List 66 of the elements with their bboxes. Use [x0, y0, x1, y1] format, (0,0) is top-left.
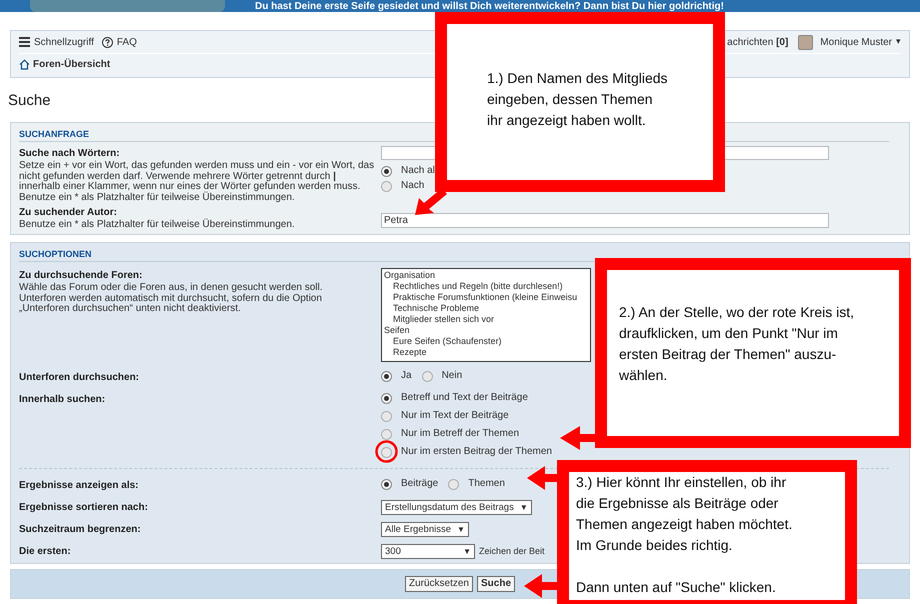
forum-option[interactable]: Seifen [384, 325, 410, 336]
field-label: Unterforen durchsuchen: [19, 371, 140, 385]
radio-label[interactable]: Betreff und Text der Beiträge [401, 392, 528, 404]
radio-button[interactable] [381, 428, 392, 440]
forum-option[interactable]: Praktische Forumsfunktionen (kleine Einweisu [393, 292, 578, 303]
dropdown-select[interactable]: Erstellungsdatum des Beitrags ▼ [381, 500, 532, 515]
forum-option[interactable]: Rezepte [393, 347, 427, 358]
field-label: Suche nach Wörtern: [19, 147, 121, 160]
field-label: Zu suchender Autor: [19, 206, 118, 220]
radio-button[interactable] [448, 478, 460, 490]
forum-option[interactable]: Eure Seifen (Schaufenster) [393, 336, 502, 347]
forum-option[interactable]: Mitglieder stellen sich vor [393, 314, 494, 325]
field-label: Ergebnisse anzeigen als: [19, 479, 140, 493]
radio-label[interactable]: Nur im Betreff der Themen [401, 428, 520, 440]
radio-label[interactable]: Nein [442, 370, 462, 382]
breadcrumb-link[interactable]: Foren-Übersicht [33, 57, 110, 72]
radio-button[interactable] [381, 446, 392, 458]
form-button[interactable]: Zurücksetzen [404, 576, 473, 592]
radio-label[interactable]: Nur im Text der Beiträge [401, 410, 509, 422]
home-icon[interactable] [19, 59, 30, 70]
avatar-icon[interactable] [798, 34, 814, 50]
radio-label[interactable]: Themen [468, 478, 505, 490]
caret-icon: ▼ [457, 524, 465, 534]
radio-label[interactable]: Nach [401, 180, 424, 192]
banner-text: Du hast Deine erste Seife gesiedet und willst Dich weiterentwickeln? Dann bist Du hier goldrichtig! [255, 1, 724, 12]
quick-access-link[interactable]: Schnellzugriff [34, 34, 94, 50]
radio-button[interactable] [422, 370, 433, 382]
radio-button[interactable] [381, 392, 392, 404]
caret-icon: ▼ [463, 546, 471, 556]
radio-button[interactable] [381, 166, 392, 176]
radio-button[interactable] [381, 370, 392, 382]
forum-listbox[interactable]: Organisation Rechtliches und Regeln (bitte durchlesen!) Praktische Forumsfunktionen (kleine Einweisu Technische Probleme Mitglieder stellen sich vor Seifen Eure Seifen (Schaufenster) Rezepte [381, 268, 591, 362]
messages-link[interactable]: achrichten [0] [727, 34, 788, 50]
radio-button[interactable] [381, 410, 392, 422]
annotation-text: 2.) An der Stelle, wo der rote Kreis ist, draufklicken, um den Punkt "Nur im ersten Beitrag der Themen" auszu- wählen. [619, 303, 855, 385]
author-input[interactable]: Petra [381, 213, 829, 228]
field-label: Die ersten: [19, 545, 72, 559]
caret-icon: ▼ [520, 502, 528, 512]
help-icon[interactable] [102, 36, 113, 48]
field-label: Zu durchsuchende Foren: [19, 269, 144, 282]
radio-button[interactable] [381, 478, 392, 490]
radio-button[interactable] [381, 180, 392, 192]
forum-option[interactable]: Rechtliches und Regeln (bitte durchlesen!) [393, 281, 563, 292]
field-label: Innerhalb suchen: [19, 393, 106, 407]
help-text: Benutze ein * als Platzhalter für teilweise Übereinstimmungen. [19, 220, 296, 230]
radio-label[interactable]: Nur im ersten Beitrag der Themen [401, 446, 552, 458]
forum-option[interactable]: Technische Probleme [393, 303, 480, 314]
highlight-circle [375, 440, 398, 463]
dropdown-select[interactable]: 300 ▼ [381, 544, 475, 559]
user-menu-link[interactable]: Monique Muster [820, 34, 892, 50]
dropdown-select[interactable]: Alle Ergebnisse ▼ [381, 522, 469, 537]
annotation-text: 3.) Hier könnt Ihr einstellen, ob ihr die Ergebnisse als Beiträge oder Themen angezeigt haben möchtet. Im Grunde beides richtig. Dann unten auf "Suche" klicken. [576, 473, 794, 597]
menu-icon[interactable] [19, 37, 30, 47]
form-button[interactable]: Suche [477, 576, 516, 592]
help-text: Setze ein + vor ein Wort, das gefunden werden muss und ein - vor ein Wort, das nicht gefunden werden darf. Verwende mehrere Wörter getrennt durch | innerhalb einer Klammer, wenn nur eines der Wörter gefunden werden muss. Benutze ein * als Platzhalter für teilweise Übereinstimmungen. [19, 161, 376, 203]
radio-label[interactable]: Ja [401, 370, 412, 382]
help-text: Wähle das Forum oder die Foren aus, in denen gesucht werden soll. Unterforen werden automatisch mit durchsucht, sofern du die Option „Unterforen durchsuchen“ unten nicht deaktivierst. [19, 283, 324, 314]
field-label: Ergebnisse sortieren nach: [19, 501, 149, 515]
forum-option[interactable]: Organisation [384, 270, 436, 281]
caret-icon[interactable]: ▾ [896, 35, 901, 49]
faq-link[interactable]: FAQ [116, 34, 137, 50]
radio-label[interactable]: Nach al [401, 165, 435, 177]
radio-label[interactable]: Beiträge [401, 478, 438, 490]
field-label: Suchzeitraum begrenzen: [19, 523, 142, 537]
field-suffix: Zeichen der Beit [479, 544, 545, 558]
page-title: Suche [8, 92, 51, 110]
